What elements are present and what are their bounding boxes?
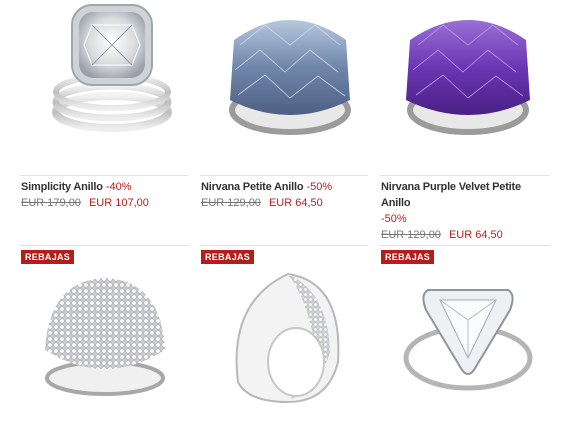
product-image-nirvana-blue-ring[interactable] (210, 0, 370, 150)
separator-line (200, 245, 368, 246)
separator-line (20, 245, 188, 246)
product-image-white-pave-ring[interactable] (218, 262, 358, 412)
product-image-nirvana-purple-ring[interactable] (388, 0, 548, 150)
product-info-nirvana-petite: Nirvana Petite Anillo -50% EUR 129,00 EUR… (201, 179, 373, 211)
separator-line (200, 175, 368, 176)
product-info-simplicity: Simplicity Anillo -40% EUR 179,00 EUR 107… (21, 179, 193, 211)
discount-label: -50% (306, 181, 333, 193)
old-price: EUR 179,00 (21, 197, 81, 209)
discount-label: -40% (105, 181, 132, 193)
product-image-pave-dome-ring[interactable] (35, 270, 175, 410)
old-price: EUR 129,00 (201, 197, 261, 209)
separator-line (20, 175, 188, 176)
product-name[interactable]: Nirvana Petite Anillo (201, 181, 304, 193)
sale-price: EUR 64,50 (448, 229, 503, 241)
sale-badge: REBAJAS (21, 250, 75, 264)
sale-badge: REBAJAS (381, 250, 435, 264)
product-image-simplicity-ring[interactable] (32, 0, 192, 150)
product-info-nirvana-purple: Nirvana Purple Velvet Petite Anillo -50%… (381, 179, 551, 243)
product-name[interactable]: Nirvana Purple Velvet Petite Anillo (381, 181, 521, 209)
separator-line (380, 245, 550, 246)
sale-price: EUR 107,00 (88, 197, 149, 209)
old-price: EUR 129,00 (381, 229, 441, 241)
product-name[interactable]: Simplicity Anillo (21, 181, 103, 193)
separator-line (380, 175, 550, 176)
sale-price: EUR 64,50 (268, 197, 323, 209)
product-image-trillion-crystal-ring[interactable] (398, 270, 538, 410)
discount-label: -50% (381, 213, 407, 225)
